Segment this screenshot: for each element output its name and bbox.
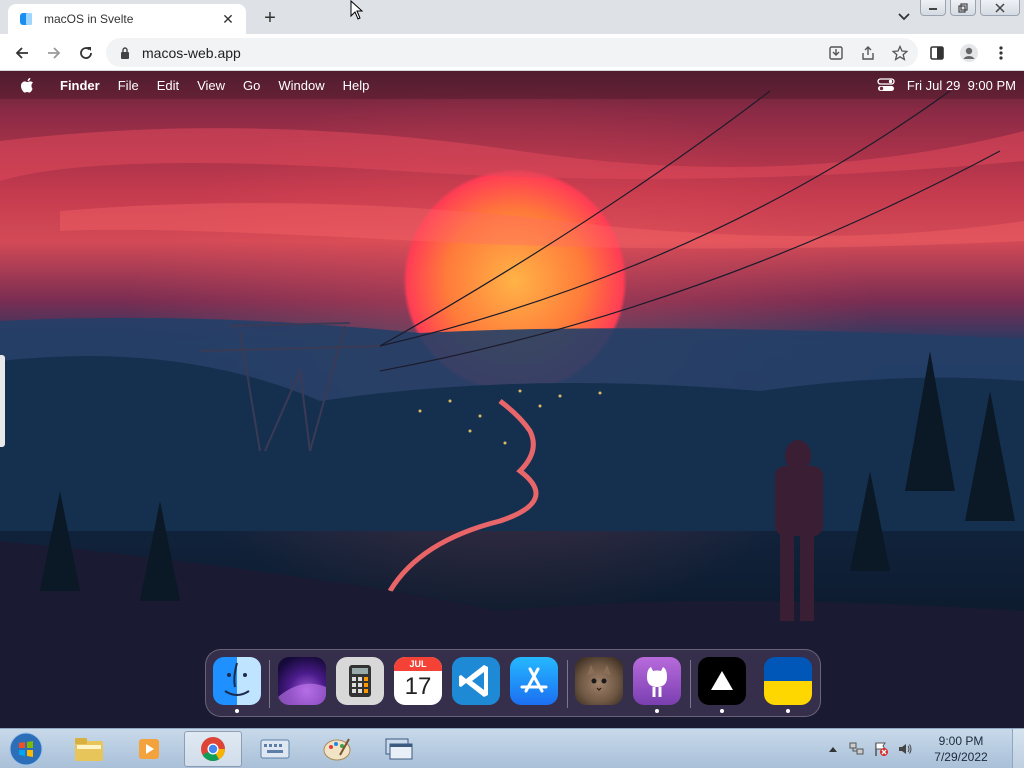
taskbar-paint[interactable]	[308, 731, 366, 767]
menu-view[interactable]: View	[197, 78, 225, 93]
side-drawer-handle[interactable]	[0, 355, 5, 447]
back-arrow-icon[interactable]	[10, 41, 34, 65]
bookmark-star-icon[interactable]	[886, 41, 914, 65]
browser-tab[interactable]: macOS in Svelte ✕	[8, 4, 246, 34]
tab-search-chevron-icon[interactable]	[894, 8, 914, 26]
dock-running-indicator	[786, 709, 790, 713]
dock-app-store[interactable]	[510, 657, 558, 705]
dock-ukraine[interactable]	[764, 657, 812, 705]
menu-app-name[interactable]: Finder	[60, 78, 100, 93]
dock-separator	[269, 660, 270, 708]
window-switcher-icon	[385, 738, 413, 760]
browser-tab-strip: macOS in Svelte ✕ +	[0, 0, 1024, 34]
show-desktop-button[interactable]	[1012, 729, 1024, 768]
control-center-icon[interactable]	[877, 78, 895, 92]
finder-favicon-icon	[18, 11, 34, 27]
menu-help[interactable]: Help	[343, 78, 370, 93]
dock-vscode[interactable]	[452, 657, 500, 705]
system-tray: 9:00 PM 7/29/2022	[822, 729, 1024, 768]
reload-icon[interactable]	[74, 41, 98, 65]
calendar-day: 17	[404, 673, 432, 700]
profile-avatar-icon[interactable]	[956, 40, 982, 66]
wallpaper-icon	[278, 683, 326, 705]
side-panel-icon[interactable]	[924, 40, 950, 66]
clock-time: 9:00 PM	[938, 734, 984, 748]
menubar-datetime[interactable]: Fri Jul 29 9:00 PM	[907, 78, 1016, 93]
wallpaper-scene	[0, 90, 1024, 728]
dock-finder[interactable]	[213, 657, 261, 705]
calendar-month: JUL	[394, 657, 442, 671]
taskbar-window-switcher[interactable]	[370, 731, 428, 767]
menu-edit[interactable]: Edit	[157, 78, 179, 93]
show-hidden-icons-arrow-icon[interactable]	[822, 739, 844, 759]
ukraine-flag-icon	[764, 657, 812, 705]
dock-running-indicator	[235, 709, 239, 713]
tab-close-icon[interactable]: ✕	[220, 11, 236, 27]
taskbar-on-screen-keyboard[interactable]	[246, 731, 304, 767]
app-store-icon	[520, 667, 548, 693]
windows-taskbar: 9:00 PM 7/29/2022	[0, 728, 1024, 768]
new-tab-button[interactable]: +	[258, 6, 282, 30]
volume-icon[interactable]	[894, 739, 916, 759]
lock-icon	[118, 46, 132, 60]
minimize-button[interactable]	[920, 0, 946, 16]
menu-window[interactable]: Window	[278, 78, 324, 93]
github-icon	[647, 667, 667, 697]
keyboard-icon	[260, 739, 290, 759]
dock-cat[interactable]	[575, 657, 623, 705]
window-controls	[920, 0, 1020, 16]
menu-go[interactable]: Go	[243, 78, 260, 93]
folder-icon	[75, 738, 103, 761]
chrome-icon	[201, 737, 225, 762]
dock-github[interactable]	[633, 657, 681, 705]
dock-running-indicator	[720, 709, 724, 713]
dock-wallpapers[interactable]	[278, 657, 326, 705]
desktop-wallpaper: Finder File Edit View Go Window Help Fri…	[0, 71, 1024, 728]
dock: JUL 17	[205, 649, 821, 717]
cat-icon	[587, 665, 611, 691]
taskbar-media-player[interactable]	[120, 731, 178, 767]
finder-icon	[224, 662, 250, 696]
media-player-icon	[139, 739, 159, 759]
windows-logo-icon	[9, 732, 43, 766]
taskbar-chrome[interactable]	[184, 731, 242, 767]
apple-logo-icon[interactable]	[20, 77, 40, 93]
install-app-icon[interactable]	[822, 41, 850, 65]
vscode-icon	[459, 665, 488, 697]
dock-separator	[690, 660, 691, 708]
tab-title: macOS in Svelte	[44, 12, 134, 26]
url-text: macos-web.app	[142, 44, 241, 61]
window-close-button[interactable]	[980, 0, 1020, 16]
macos-menubar: Finder File Edit View Go Window Help Fri…	[0, 71, 1024, 99]
vercel-icon	[711, 671, 733, 690]
forward-arrow-icon[interactable]	[42, 41, 66, 65]
dock-calendar[interactable]: JUL 17	[394, 657, 442, 705]
dock-separator	[567, 660, 568, 708]
paint-icon	[323, 738, 351, 761]
taskbar-explorer[interactable]	[60, 731, 118, 767]
calculator-icon	[349, 665, 371, 697]
network-icon[interactable]	[846, 739, 868, 759]
action-center-flag-icon[interactable]	[870, 739, 892, 759]
clock-date: 7/29/2022	[934, 750, 988, 764]
taskbar-clock[interactable]: 9:00 PM 7/29/2022	[924, 733, 998, 765]
dock-running-indicator	[655, 709, 659, 713]
dock-calculator[interactable]	[336, 657, 384, 705]
browser-toolbar: macos-web.app	[0, 34, 1024, 71]
menu-file[interactable]: File	[118, 78, 139, 93]
windows-start-button[interactable]	[6, 731, 46, 767]
more-menu-icon[interactable]	[988, 40, 1014, 66]
mouse-cursor-icon	[350, 0, 364, 20]
address-bar[interactable]: macos-web.app	[106, 38, 918, 67]
share-icon[interactable]	[854, 41, 882, 65]
dock-vercel[interactable]	[698, 657, 746, 705]
restore-button[interactable]	[950, 0, 976, 16]
